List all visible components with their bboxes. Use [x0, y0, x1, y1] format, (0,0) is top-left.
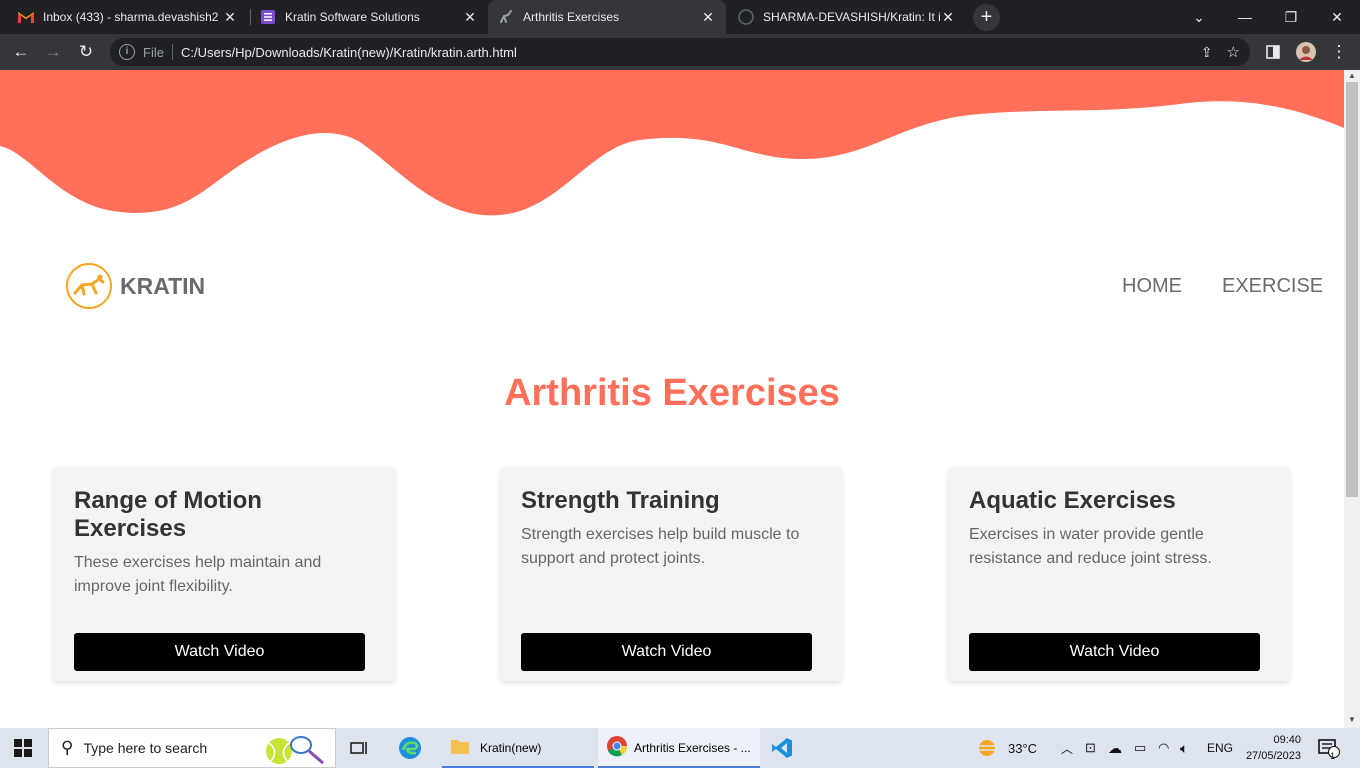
menu-kebab-icon[interactable]: ⋮	[1326, 39, 1352, 65]
close-window-icon[interactable]: ✕	[1314, 0, 1360, 34]
task-view-icon[interactable]	[350, 728, 370, 768]
tab-github[interactable]: SHARMA-DEVASHISH/Kratin: It is ✕	[728, 0, 966, 34]
taskbar-app-chrome[interactable]: Arthritis Exercises - ...	[598, 728, 760, 768]
notification-center-icon[interactable]: 1	[1318, 728, 1340, 768]
card-title: Aquatic Exercises	[969, 487, 1176, 514]
clock-date: 27/05/2023	[1245, 750, 1301, 762]
address-bar[interactable]: i File C:/Users/Hp/Downloads/Kratin(new)…	[110, 38, 1250, 66]
exercise-card: Aquatic Exercises Exercises in water pro…	[948, 467, 1290, 681]
tab-title: Arthritis Exercises	[523, 10, 620, 24]
scrollbar-thumb[interactable]	[1346, 82, 1358, 497]
device-icon[interactable]: ⊡	[1085, 728, 1096, 768]
gmail-icon	[18, 9, 34, 25]
scheme-label: File	[143, 44, 164, 60]
browser-toolbar: ← → ↻ i File C:/Users/Hp/Downloads/Krati…	[0, 34, 1360, 70]
vscode-icon[interactable]	[770, 728, 794, 768]
tab-arthritis-exercises[interactable]: Arthritis Exercises ✕	[488, 0, 726, 34]
exercise-card: Strength Training Strength exercises hel…	[500, 467, 842, 681]
chrome-icon	[606, 735, 628, 762]
wifi-icon[interactable]: ◠	[1158, 728, 1169, 768]
close-tab-icon[interactable]: ✕	[222, 9, 238, 26]
restore-icon[interactable]: ❐	[1268, 0, 1314, 34]
logo-emblem-icon	[66, 263, 112, 309]
nav-home[interactable]: HOME	[1122, 275, 1182, 298]
battery-icon[interactable]: ▭	[1134, 728, 1146, 768]
tab-title: Kratin Software Solutions	[285, 10, 420, 24]
onedrive-cloud-icon[interactable]: ☁	[1108, 728, 1122, 768]
reload-icon[interactable]: ↻	[73, 39, 99, 65]
weather-temperature[interactable]: 33°C	[1008, 728, 1037, 768]
wave-header-decoration	[0, 70, 1344, 216]
card-title: Range of Motion Exercises	[74, 487, 262, 542]
scroll-down-arrow-icon[interactable]: ▼	[1347, 715, 1357, 725]
logo-text: KRATIN	[120, 272, 206, 299]
card-description: Strength exercises help build muscle to …	[521, 526, 800, 567]
tab-kratin-software[interactable]: Kratin Software Solutions ✕	[250, 0, 488, 34]
clock[interactable]: 09:40 27/05/2023	[1243, 731, 1301, 765]
minimize-icon[interactable]: —	[1222, 0, 1268, 34]
watch-video-button[interactable]: Watch Video	[969, 633, 1260, 671]
exercise-icon	[498, 9, 514, 25]
language-indicator[interactable]: ENG	[1207, 728, 1233, 768]
exercise-card: Range of Motion Exercises These exercise…	[53, 467, 395, 681]
app-label: Kratin(new)	[480, 741, 542, 755]
new-tab-button[interactable]: +	[973, 4, 1000, 31]
tennis-doodle-icon	[266, 736, 324, 765]
omnibox-divider	[171, 44, 173, 60]
scroll-up-arrow-icon[interactable]: ▲	[1347, 71, 1357, 81]
site-logo[interactable]: KRATIN	[66, 263, 205, 309]
app-label: Arthritis Exercises - ...	[634, 741, 751, 755]
doc-icon	[260, 9, 276, 25]
back-arrow-icon[interactable]: ←	[8, 39, 34, 65]
tab-title: SHARMA-DEVASHISH/Kratin: It is	[763, 10, 940, 24]
card-description: Exercises in water provide gentle resist…	[969, 526, 1212, 567]
watch-video-button[interactable]: Watch Video	[74, 633, 365, 671]
tab-search-icon[interactable]: ⌄	[1176, 0, 1222, 34]
github-icon	[738, 9, 754, 25]
card-description: These exercises help maintain and improv…	[74, 554, 322, 595]
taskbar-search-input[interactable]: ⚲ Type here to search	[48, 728, 336, 768]
close-tab-icon[interactable]: ✕	[462, 9, 478, 26]
notification-count-badge: 1	[1330, 751, 1336, 761]
windows-taskbar: ⚲ Type here to search Kratin(new) Arthri…	[0, 728, 1360, 768]
volume-icon[interactable]: 🔈︎	[1180, 728, 1188, 768]
search-icon: ⚲	[61, 738, 74, 757]
nav-exercise[interactable]: EXERCISE	[1222, 275, 1323, 298]
page-title: Arthritis Exercises	[504, 372, 840, 414]
tab-strip: Inbox (433) - sharma.devashish2 ✕ Kratin…	[0, 0, 1360, 34]
weather-icon[interactable]	[976, 728, 998, 768]
url-text[interactable]: C:/Users/Hp/Downloads/Kratin(new)/Kratin…	[181, 45, 517, 60]
side-panel-icon[interactable]	[1260, 39, 1286, 65]
page-scrollbar[interactable]: ▲ ▼	[1344, 70, 1360, 728]
windows-start-icon[interactable]	[14, 728, 32, 768]
edge-browser-icon[interactable]	[398, 728, 422, 768]
share-icon[interactable]: ⇪	[1201, 44, 1213, 61]
search-placeholder: Type here to search	[83, 740, 208, 756]
watch-video-button[interactable]: Watch Video	[521, 633, 812, 671]
card-title: Strength Training	[521, 487, 720, 514]
page-content: KRATIN HOME EXERCISE Arthritis Exercises…	[0, 70, 1344, 728]
bookmark-star-icon[interactable]: ☆	[1227, 43, 1240, 61]
info-icon[interactable]: i	[119, 44, 135, 60]
close-tab-icon[interactable]: ✕	[940, 9, 956, 26]
close-tab-icon[interactable]: ✕	[700, 9, 716, 26]
taskbar-app-explorer[interactable]: Kratin(new)	[442, 728, 594, 768]
forward-arrow-icon[interactable]: →	[40, 39, 66, 65]
tab-gmail[interactable]: Inbox (433) - sharma.devashish2 ✕	[8, 0, 248, 34]
folder-icon	[450, 737, 470, 760]
tab-title: Inbox (433) - sharma.devashish2	[43, 10, 219, 24]
profile-avatar[interactable]	[1293, 39, 1319, 65]
clock-time: 09:40	[1273, 734, 1301, 746]
show-hidden-icons-chevron-icon[interactable]: ︿	[1061, 728, 1073, 768]
